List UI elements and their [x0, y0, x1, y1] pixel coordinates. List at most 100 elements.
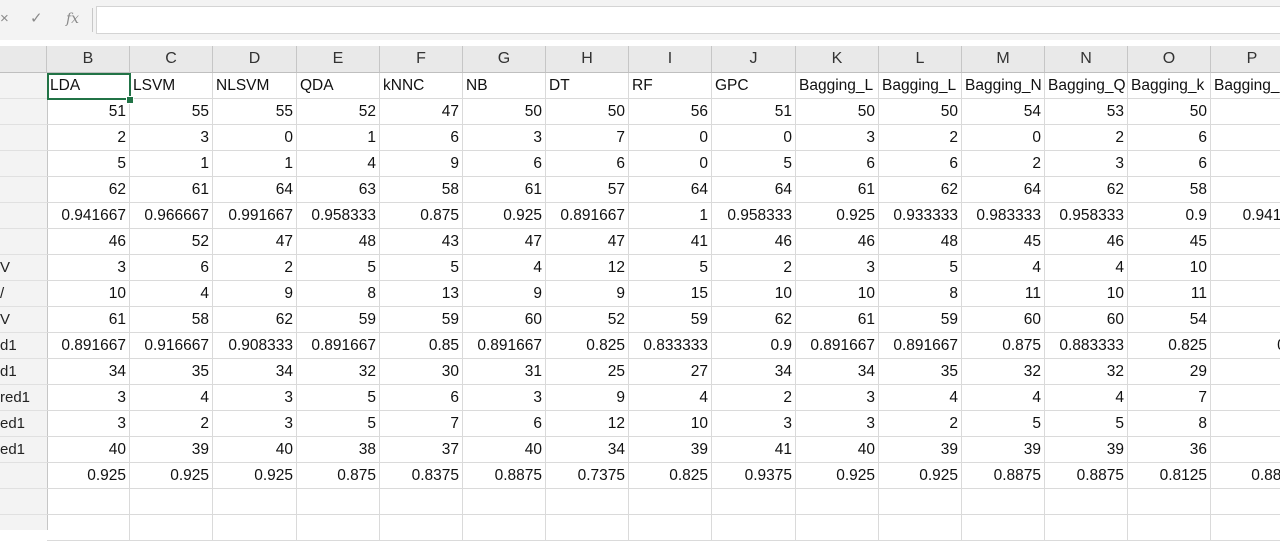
cell-k[interactable]: 6	[796, 151, 879, 177]
cell-l[interactable]: 0.933333	[879, 203, 962, 229]
cell-j[interactable]: 10	[712, 281, 796, 307]
cell-g[interactable]: 60	[463, 307, 546, 333]
row-header[interactable]: d1	[0, 333, 47, 359]
cell-l[interactable]: 35	[879, 359, 962, 385]
cell-e[interactable]: 5	[297, 411, 380, 437]
cell-l[interactable]: 48	[879, 229, 962, 255]
cell-d[interactable]: 64	[213, 177, 297, 203]
cell-j[interactable]: 2	[712, 255, 796, 281]
cell-f[interactable]: 5	[380, 255, 463, 281]
column-header-j[interactable]: J	[712, 46, 796, 72]
cell-i[interactable]: 4	[629, 385, 712, 411]
cell-p[interactable]: 5	[1211, 99, 1280, 125]
cell-o[interactable]: 0.8125	[1128, 463, 1211, 489]
cell-o[interactable]: 8	[1128, 411, 1211, 437]
column-header-f[interactable]: F	[380, 46, 463, 72]
cell-k[interactable]: 0.925	[796, 203, 879, 229]
row-header[interactable]	[0, 151, 47, 177]
row-header[interactable]: /	[0, 281, 47, 307]
cell-e[interactable]: 8	[297, 281, 380, 307]
cell-b[interactable]	[47, 515, 130, 541]
cell-f[interactable]: 6	[380, 385, 463, 411]
cell-o[interactable]: 50	[1128, 99, 1211, 125]
cell-k[interactable]	[796, 515, 879, 541]
cell-f[interactable]: 6	[380, 125, 463, 151]
cell-m[interactable]: 39	[962, 437, 1045, 463]
cell-n[interactable]: 4	[1045, 255, 1128, 281]
cell-h[interactable]: 9	[546, 281, 629, 307]
cell-d[interactable]: 0.925	[213, 463, 297, 489]
cell-d[interactable]: 0	[213, 125, 297, 151]
cell-b[interactable]: 62	[47, 177, 130, 203]
cell-p[interactable]: 0.9416	[1211, 203, 1280, 229]
cell-d[interactable]: 34	[213, 359, 297, 385]
cell-l[interactable]: 5	[879, 255, 962, 281]
cell-k[interactable]: 34	[796, 359, 879, 385]
cell-k[interactable]	[796, 489, 879, 515]
cell-o[interactable]: 7	[1128, 385, 1211, 411]
cell-g[interactable]: 0.925	[463, 203, 546, 229]
cell-j[interactable]: 64	[712, 177, 796, 203]
cell-m[interactable]: 0	[962, 125, 1045, 151]
cell-j[interactable]: 3	[712, 411, 796, 437]
column-header-o[interactable]: O	[1128, 46, 1211, 72]
cell-n[interactable]: 62	[1045, 177, 1128, 203]
cell-j[interactable]: 34	[712, 359, 796, 385]
cell-p[interactable]: 4	[1211, 437, 1280, 463]
row-header[interactable]	[0, 73, 47, 99]
cell-e[interactable]: 52	[297, 99, 380, 125]
cell-j[interactable]	[712, 489, 796, 515]
cell-d[interactable]: 62	[213, 307, 297, 333]
cell-c[interactable]: 3	[130, 125, 213, 151]
cell-b[interactable]: 10	[47, 281, 130, 307]
cell-o[interactable]: 6	[1128, 151, 1211, 177]
cell-k[interactable]: 3	[796, 385, 879, 411]
cell-m[interactable]: 4	[962, 255, 1045, 281]
cell-i[interactable]: 27	[629, 359, 712, 385]
cell-o[interactable]	[1128, 515, 1211, 541]
cell-d[interactable]: 55	[213, 99, 297, 125]
cell-h[interactable]: 0.891667	[546, 203, 629, 229]
row-header[interactable]	[0, 99, 47, 125]
column-header-h[interactable]: H	[546, 46, 629, 72]
cell-d[interactable]: 3	[213, 411, 297, 437]
cell-b[interactable]: 51	[47, 99, 130, 125]
cell-h[interactable]: 57	[546, 177, 629, 203]
cell-f[interactable]: 47	[380, 99, 463, 125]
cell-m[interactable]: 45	[962, 229, 1045, 255]
cell-c[interactable]: 4	[130, 281, 213, 307]
cell-h[interactable]: 7	[546, 125, 629, 151]
cell-g[interactable]: 6	[463, 411, 546, 437]
row-header[interactable]	[0, 463, 47, 489]
cell-c[interactable]: 2	[130, 411, 213, 437]
column-header-d[interactable]: D	[213, 46, 297, 72]
cell-i[interactable]: 0	[629, 151, 712, 177]
cell-j[interactable]: 62	[712, 307, 796, 333]
column-header-g[interactable]: G	[463, 46, 546, 72]
cell-c[interactable]: 0.925	[130, 463, 213, 489]
row-header[interactable]: ed1	[0, 437, 47, 463]
cell-f[interactable]: 0.875	[380, 203, 463, 229]
cell-k[interactable]: 3	[796, 125, 879, 151]
cell-p[interactable]	[1211, 151, 1280, 177]
cell-h[interactable]: 12	[546, 411, 629, 437]
cell-n[interactable]: 46	[1045, 229, 1128, 255]
cell-i[interactable]: 0.825	[629, 463, 712, 489]
cell-c[interactable]	[130, 489, 213, 515]
cell-i[interactable]: 5	[629, 255, 712, 281]
cell-p[interactable]	[1211, 515, 1280, 541]
cell-i[interactable]: 0.833333	[629, 333, 712, 359]
cell-i[interactable]: 59	[629, 307, 712, 333]
cell-f[interactable]: 43	[380, 229, 463, 255]
cell-b[interactable]: 0.891667	[47, 333, 130, 359]
cell-g[interactable]	[463, 489, 546, 515]
cell-p[interactable]	[1211, 125, 1280, 151]
cell-n[interactable]: 0.883333	[1045, 333, 1128, 359]
cell-j[interactable]: 0.9375	[712, 463, 796, 489]
cell-i[interactable]: 64	[629, 177, 712, 203]
cell-c[interactable]: 6	[130, 255, 213, 281]
cell-k[interactable]: 61	[796, 307, 879, 333]
cell-p[interactable]: 6	[1211, 177, 1280, 203]
cell-g[interactable]: 50	[463, 99, 546, 125]
cell-b[interactable]: 34	[47, 359, 130, 385]
